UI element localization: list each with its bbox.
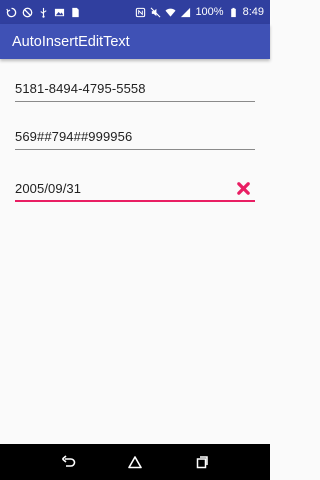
app-bar: AutoInsertEditText — [0, 24, 270, 59]
home-button[interactable] — [125, 452, 145, 472]
date-field[interactable]: 2005/09/31 — [15, 176, 255, 202]
wifi-icon — [165, 7, 176, 18]
signal-icon — [180, 7, 191, 18]
back-icon — [62, 455, 76, 467]
status-left — [6, 7, 81, 18]
close-icon — [236, 181, 250, 195]
battery-percent: 100% — [195, 6, 224, 18]
status-bar: 100% 8:49 — [0, 0, 270, 24]
app-title: AutoInsertEditText — [12, 33, 130, 50]
mute-icon — [150, 7, 161, 18]
clock: 8:49 — [242, 6, 264, 18]
battery-icon — [228, 7, 239, 18]
card-number-value: 5181-8494-4795-5558 — [15, 81, 146, 96]
recents-button[interactable] — [192, 452, 212, 472]
date-value: 2005/09/31 — [15, 180, 82, 196]
file-icon — [70, 7, 81, 18]
screen: 100% 8:49 AutoInsertEditText 5181-8494-4… — [0, 0, 270, 480]
blocked-icon — [22, 7, 33, 18]
back-button[interactable] — [58, 452, 78, 472]
navigation-bar — [0, 444, 270, 480]
pattern-field[interactable]: 569##794##999956 — [15, 124, 255, 150]
recents-icon — [196, 456, 208, 469]
clear-button[interactable] — [235, 180, 251, 196]
status-right: 100% 8:49 — [135, 6, 264, 18]
sync-icon — [6, 7, 17, 18]
usb-icon — [38, 7, 49, 18]
card-number-field[interactable]: 5181-8494-4795-5558 — [15, 76, 255, 102]
home-icon — [128, 456, 142, 469]
nfc-icon — [135, 7, 146, 18]
pattern-value: 569##794##999956 — [15, 129, 133, 144]
photo-icon — [54, 7, 65, 18]
